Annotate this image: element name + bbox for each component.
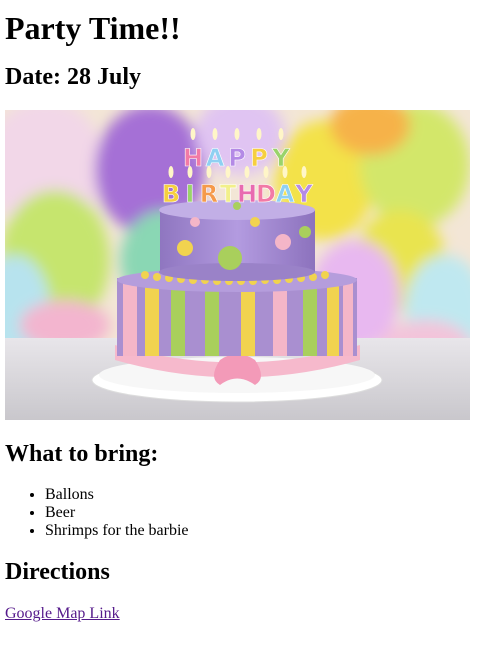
candle-letter: P — [228, 144, 246, 172]
page-content: Party Time!! Date: 28 July H A P P Y B I… — [0, 10, 494, 623]
candle-flame — [263, 166, 269, 178]
candle-letter: R — [200, 180, 218, 208]
candle-flame — [206, 166, 212, 178]
candle-flame — [256, 128, 262, 140]
directions-heading: Directions — [5, 559, 110, 585]
candle-flame — [212, 128, 218, 140]
page-title: Party Time!! — [5, 10, 181, 46]
birthday-cake-image: HAPPY B I R T HD A Y — [5, 110, 470, 420]
candle-flame — [282, 166, 288, 178]
candle-letter: H — [237, 180, 257, 208]
candle-flame — [234, 128, 240, 140]
candle-letter: B — [162, 180, 180, 208]
candle-letter: Y — [271, 144, 290, 172]
candle-flame — [301, 166, 307, 178]
candle-letter: D — [256, 180, 276, 208]
list-item: Ballons — [45, 486, 489, 504]
candle-letter: I — [186, 180, 195, 208]
google-map-link[interactable]: Google Map Link — [5, 605, 120, 622]
candle-flame — [168, 166, 174, 178]
candle-flame — [225, 166, 231, 178]
list-item: Beer — [45, 504, 489, 522]
candle-flame — [278, 128, 284, 140]
candle-letter: T — [220, 180, 237, 208]
list-item: Shrimps for the barbie — [45, 522, 489, 540]
bring-heading: What to bring: — [5, 441, 159, 467]
candle-letter: Y — [294, 180, 313, 208]
candle-letter: H — [183, 144, 203, 172]
candle-letter: A — [276, 180, 295, 208]
map-link-paragraph: Google Map Link — [5, 605, 489, 623]
candle-flame — [244, 166, 250, 178]
candle-flame — [190, 128, 196, 140]
date-heading: Date: 28 July — [5, 64, 141, 90]
candle-flame — [187, 166, 193, 178]
bring-list: Ballons Beer Shrimps for the barbie — [5, 486, 489, 540]
